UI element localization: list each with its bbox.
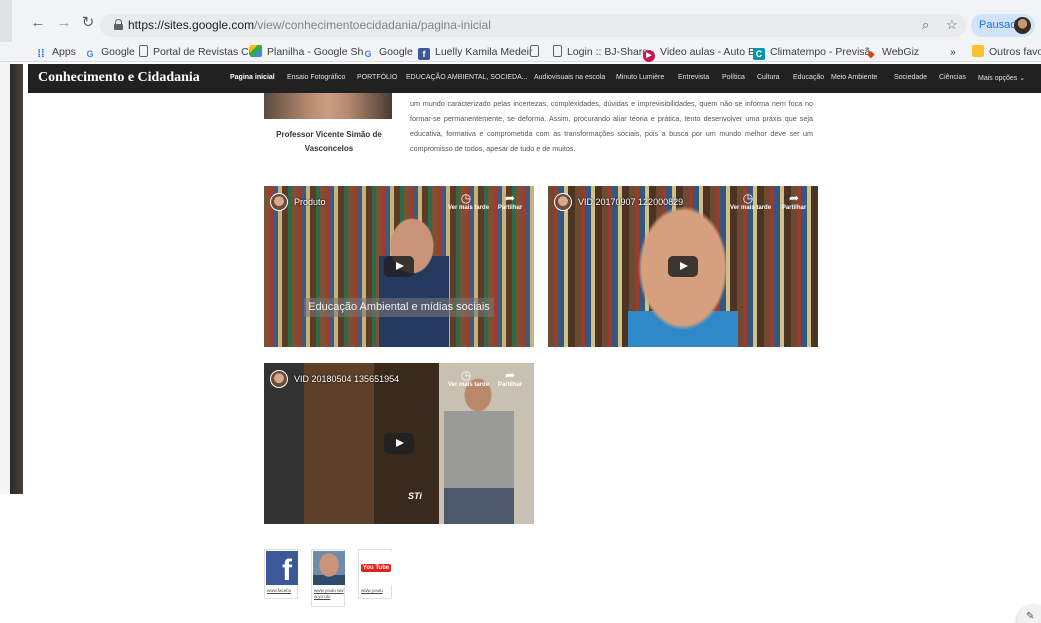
video-title[interactable]: Produto xyxy=(294,197,326,207)
nav-pagina-inicial[interactable]: Pagina inicial xyxy=(230,74,275,81)
page-left-gutter xyxy=(0,62,10,494)
channel-avatar[interactable] xyxy=(554,193,572,211)
bookmark-webgiz[interactable]: ◆ WebGiz xyxy=(865,45,920,59)
climatempo-icon: C xyxy=(753,48,765,60)
bookmark-apps[interactable]: ⁞⁞ Apps xyxy=(35,45,76,60)
forward-icon[interactable]: → xyxy=(56,15,72,31)
avatar xyxy=(1014,17,1031,34)
professor-name: Professor Vicente Simão de Vasconcelos xyxy=(276,130,382,153)
clock-icon: ◷ xyxy=(460,191,472,205)
drive-icon xyxy=(250,45,262,57)
facebook-icon: f xyxy=(418,48,430,60)
profile-button[interactable]: Pausada xyxy=(971,14,1035,37)
edit-button[interactable]: ✎ xyxy=(1017,605,1041,623)
youtube-link[interactable]: www.youtu xyxy=(361,588,391,594)
play-button[interactable] xyxy=(668,256,698,277)
bookmark-google[interactable]: G Google xyxy=(84,45,134,59)
nav-ciencias[interactable]: Ciências xyxy=(939,74,966,81)
star-icon[interactable]: ☆ xyxy=(946,17,958,33)
watch-later-button[interactable]: ◷ Ver mais tarde xyxy=(448,191,489,211)
video-title[interactable]: VID 20170907 122000829 xyxy=(578,197,683,207)
bio-text: um mundo caracterizado pelas incertezas,… xyxy=(410,99,813,153)
nav-entrevista[interactable]: Entrevista xyxy=(678,74,709,81)
nav-ensaio-fotografico[interactable]: Ensaio Fotográfico xyxy=(287,74,345,81)
video-overlay-text: STi xyxy=(408,491,422,501)
play-button[interactable] xyxy=(384,256,414,277)
watch-later-button[interactable]: ◷ Ver mais tarde xyxy=(730,191,771,211)
apps-grid-icon: ⁞⁞ xyxy=(37,48,45,60)
bookmark-bj-share[interactable]: Login :: BJ-Share xyxy=(553,45,648,59)
site-header: Conhecimento e Cidadania Pagina inicial … xyxy=(28,64,1041,93)
youtube-profile-link-card[interactable]: www.youtu www.yo utu xyxy=(311,549,345,607)
webgiz-icon: ◆ xyxy=(867,49,875,59)
bookmarks-bar: ⁞⁞ Apps G Google Portal de Revistas Ci Pla… xyxy=(0,42,1041,62)
url-text: https://sites.google.com/view/conhecimen… xyxy=(128,18,491,32)
facebook-link[interactable]: www.facebo xyxy=(267,588,297,594)
bookmark-luelly[interactable]: f Luelly Kamila Medeir xyxy=(418,45,532,60)
clock-icon: ◷ xyxy=(460,368,472,382)
share-button[interactable]: ➦ Partilhar xyxy=(492,368,528,388)
youtube-icon: You Tube xyxy=(360,551,392,585)
address-bar[interactable]: https://sites.google.com/view/conhecimen… xyxy=(100,14,966,37)
play-button[interactable] xyxy=(384,433,414,454)
video-title[interactable]: VID 20180504 135651954 xyxy=(294,374,399,384)
nav-educacao-ambiental[interactable]: EDUCAÇÃO AMBIENTAL, SOCIEDA... xyxy=(406,74,528,81)
share-icon: ➦ xyxy=(788,191,800,205)
share-button[interactable]: ➦ Partilhar xyxy=(492,191,528,211)
clock-icon: ◷ xyxy=(742,191,754,205)
watch-later-button[interactable]: ◷ Ver mais tarde xyxy=(448,368,489,388)
share-icon: ➦ xyxy=(504,368,516,382)
facebook-icon: f xyxy=(266,551,298,585)
share-icon: ➦ xyxy=(504,191,516,205)
nav-minuto-lumiere[interactable]: Minuto Lumière xyxy=(616,74,664,81)
bookmark-climatempo[interactable]: C Climatempo - Previsã xyxy=(753,45,870,60)
video-player-1[interactable]: Produto ◷ Ver mais tarde ➦ Partilhar Educa… xyxy=(264,186,534,347)
channel-avatar[interactable] xyxy=(270,193,288,211)
google-icon: G xyxy=(86,49,94,59)
window-edge xyxy=(0,0,12,44)
page-icon xyxy=(553,45,562,57)
pencil-icon: ✎ xyxy=(1026,611,1035,622)
youtube-profile-link[interactable]: www.youtu www.yo utu xyxy=(314,588,344,600)
reload-icon[interactable]: ↻ xyxy=(80,15,96,31)
video-caption: Educação Ambiental e mídias sociais xyxy=(304,298,494,317)
nav-audiovisuais[interactable]: Audiovisuais na escola xyxy=(534,74,605,81)
youtube-link-card[interactable]: You Tube www.youtu xyxy=(358,549,392,599)
nav-educacao[interactable]: Educação xyxy=(793,74,824,81)
page-icon xyxy=(530,45,539,57)
channel-avatar[interactable] xyxy=(270,370,288,388)
bookmark-portal-revistas[interactable]: Portal de Revistas Ci xyxy=(139,45,251,59)
bookmark-google-2[interactable]: G Google xyxy=(362,45,412,59)
bookmark-outros-favoritos[interactable]: Outros favorit xyxy=(972,45,1041,59)
browser-toolbar: ← → ↻ https://sites.google.com/view/conh… xyxy=(0,0,1041,44)
bookmark-blank[interactable] xyxy=(530,45,544,59)
google-icon: G xyxy=(364,49,372,59)
video-player-2[interactable]: VID 20170907 122000829 ◷ Ver mais tarde ➦… xyxy=(548,186,818,347)
folder-icon xyxy=(972,45,984,57)
zoom-icon[interactable]: ⌕ xyxy=(922,17,929,33)
nav-mais-opcoes[interactable]: Mais opções ⌄ xyxy=(978,74,1025,82)
background-strip xyxy=(10,64,23,494)
nav-politica[interactable]: Política xyxy=(722,74,745,81)
nav-meio-ambiente[interactable]: Meio Ambiente xyxy=(831,74,877,81)
bookmark-video-aulas[interactable]: ▶ Video aulas - Auto E xyxy=(643,45,755,62)
nav-cultura[interactable]: Cultura xyxy=(757,74,780,81)
back-icon[interactable]: ← xyxy=(30,15,46,31)
bookmarks-overflow[interactable]: » xyxy=(950,45,956,59)
bookmark-planilha[interactable]: Planilha - Google Sh xyxy=(250,45,363,59)
professor-photo xyxy=(264,93,392,119)
nav-sociedade[interactable]: Sociedade xyxy=(894,74,927,81)
avatar-icon xyxy=(313,551,345,585)
share-button[interactable]: ➦ Partilhar xyxy=(776,191,812,211)
facebook-link-card[interactable]: f www.facebo xyxy=(264,549,298,599)
play-circle-icon: ▶ xyxy=(643,50,655,62)
nav-portfolio[interactable]: PORTFÓLIO xyxy=(357,74,397,81)
video-player-3[interactable]: VID 20180504 135651954 ◷ Ver mais tarde ➦… xyxy=(264,363,534,524)
site-title[interactable]: Conhecimento e Cidadania xyxy=(38,70,200,86)
lock-icon xyxy=(114,19,123,30)
page-icon xyxy=(139,45,148,57)
